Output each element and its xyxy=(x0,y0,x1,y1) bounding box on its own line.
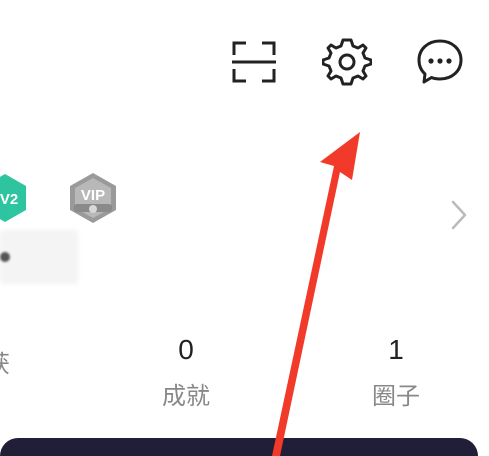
annotation-arrow xyxy=(272,132,360,456)
